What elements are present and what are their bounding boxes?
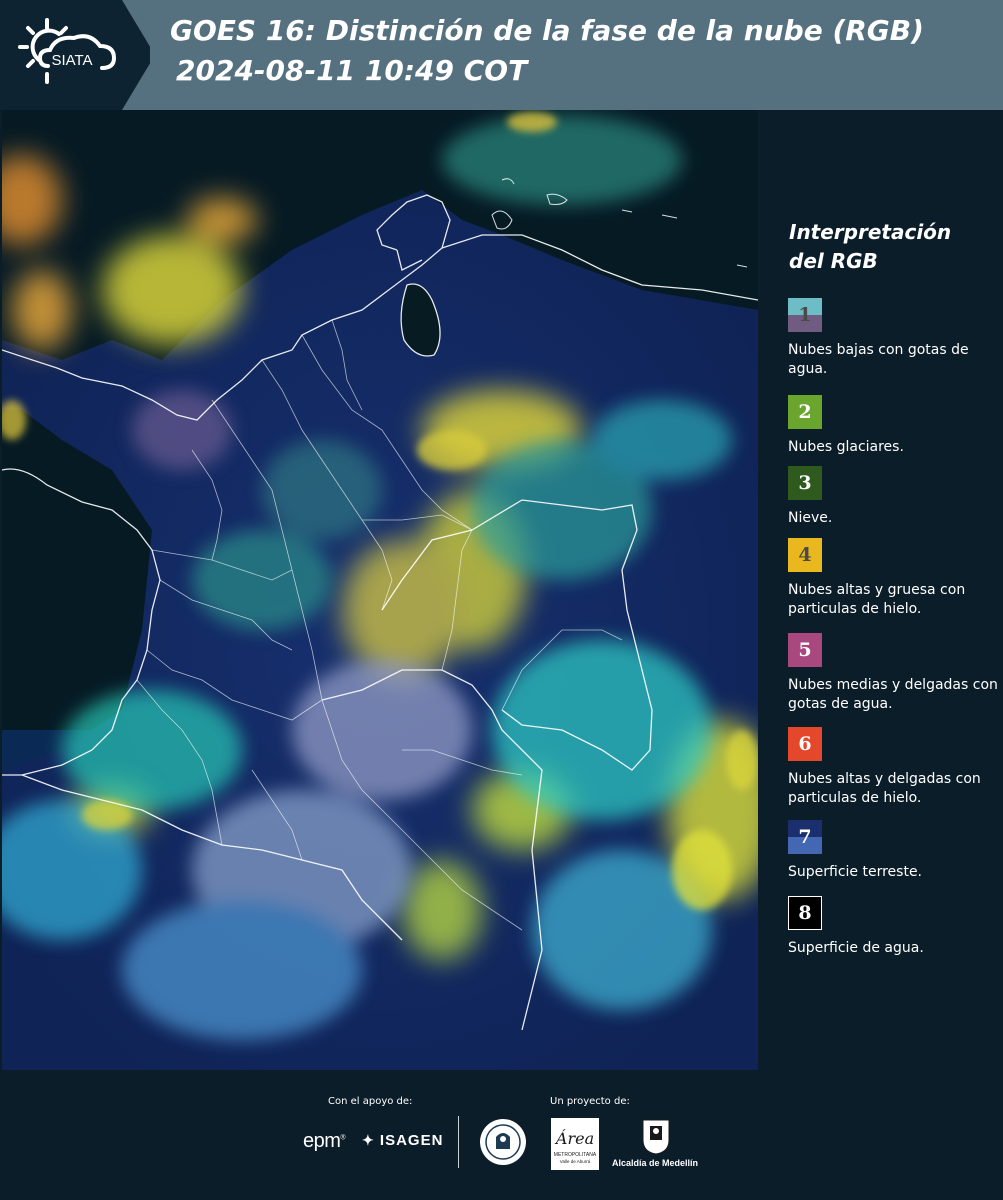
legend-label-1: Nubes bajas con gotas de agua. bbox=[788, 342, 969, 377]
area-metropolitana-logo: Área METROPOLITANA Valle de Aburrá bbox=[551, 1118, 599, 1170]
legend-item-4: 4 Nubes altas y gruesa con particulas de… bbox=[788, 538, 998, 619]
legend-number-2: 2 bbox=[798, 401, 812, 423]
legend-item-3: 3 Nieve. bbox=[788, 466, 998, 528]
legend-panel: Interpretación del RGB 1 Nubes bajas con… bbox=[775, 110, 1003, 1070]
isagen-star-icon: ✦ bbox=[362, 1132, 375, 1148]
legend-number-5: 5 bbox=[798, 639, 812, 661]
legend-swatch-3: 3 bbox=[788, 466, 822, 500]
legend-item-8: 8 Superficie de agua. bbox=[788, 896, 998, 958]
legend-number-8: 8 bbox=[798, 902, 812, 924]
legend-item-2: 2 Nubes glaciares. bbox=[788, 395, 998, 457]
seal-logo-icon bbox=[480, 1119, 526, 1165]
epm-logo-text: epm bbox=[303, 1130, 341, 1152]
footer: Con el apoyo de: Un proyecto de: epm® ✦ … bbox=[0, 1070, 1003, 1200]
legend-number-1: 1 bbox=[798, 304, 812, 326]
isagen-logo: ✦ ISAGEN bbox=[362, 1132, 443, 1149]
rgb-cloud-phase-image bbox=[2, 110, 758, 1070]
legend-swatch-8: 8 bbox=[788, 896, 822, 930]
legend-swatch-7: 7 bbox=[788, 820, 822, 854]
alcaldia-label: Alcaldía de Medellín bbox=[612, 1158, 699, 1168]
legend-label-7: Superficie terreste. bbox=[788, 864, 923, 880]
legend-number-7: 7 bbox=[798, 826, 812, 848]
epm-logo: epm® bbox=[303, 1130, 346, 1152]
legend-label-6: Nubes altas y delgadas con particulas de… bbox=[788, 771, 981, 806]
legend-swatch-5: 5 bbox=[788, 633, 822, 667]
legend-number-6: 6 bbox=[798, 733, 812, 755]
legend-label-4: Nubes altas y gruesa con particulas de h… bbox=[788, 582, 966, 617]
project-label: Un proyecto de: bbox=[550, 1096, 630, 1107]
legend-swatch-1: 1 bbox=[788, 298, 822, 332]
siata-sun-cloud-icon: SIATA bbox=[18, 18, 117, 84]
alcaldia-shield-icon bbox=[642, 1119, 670, 1155]
svg-text:METROPOLITANA: METROPOLITANA bbox=[554, 1152, 597, 1158]
legend-label-3: Nieve. bbox=[788, 510, 833, 526]
legend-label-2: Nubes glaciares. bbox=[788, 439, 904, 455]
legend-label-8: Superficie de agua. bbox=[788, 940, 924, 956]
timestamp: 2024-08-11 10:49 COT bbox=[176, 54, 528, 87]
svg-text:Valle de Aburrá: Valle de Aburrá bbox=[560, 1159, 591, 1164]
legend-item-5: 5 Nubes medias y delgadas con gotas de a… bbox=[788, 633, 998, 714]
footer-divider bbox=[458, 1116, 459, 1168]
legend-label-5: Nubes medias y delgadas con gotas de agu… bbox=[788, 677, 998, 712]
legend-swatch-4: 4 bbox=[788, 538, 822, 572]
svg-text:Área: Área bbox=[554, 1128, 594, 1148]
legend-item-7: 7 Superficie terreste. bbox=[788, 820, 998, 882]
legend-title: Interpretación del RGB bbox=[789, 220, 952, 273]
siata-logo: SIATA bbox=[0, 0, 150, 110]
legend-number-3: 3 bbox=[798, 472, 812, 494]
support-label: Con el apoyo de: bbox=[328, 1096, 413, 1107]
legend-number-4: 4 bbox=[798, 544, 812, 566]
header-bar: SIATA GOES 16: Distinción de la fase de … bbox=[0, 0, 1003, 110]
legend-swatch-6: 6 bbox=[788, 727, 822, 761]
satellite-map bbox=[2, 110, 758, 1070]
page-title: GOES 16: Distinción de la fase de la nub… bbox=[170, 14, 924, 47]
legend-swatch-2: 2 bbox=[788, 395, 822, 429]
svg-text:SIATA: SIATA bbox=[51, 52, 92, 69]
legend-item-1: 1 Nubes bajas con gotas de agua. bbox=[788, 298, 998, 379]
legend-item-6: 6 Nubes altas y delgadas con particulas … bbox=[788, 727, 998, 808]
isagen-logo-text: ISAGEN bbox=[379, 1132, 444, 1149]
